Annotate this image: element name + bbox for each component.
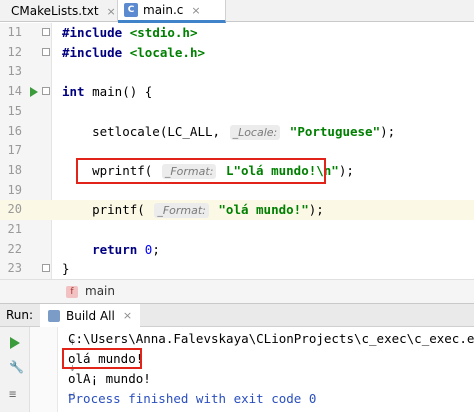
code-text: int main() { [62, 84, 153, 100]
run-console: 🔧 ≡ ↑ ↓ ↵ C:\Users\Anna.Falevskaya\CLion… [0, 327, 474, 412]
code-line[interactable]: 12 #include <locale.h> [0, 43, 474, 63]
line-number: 13 [7, 64, 22, 79]
line-number: 20 [7, 202, 22, 217]
highlight-box [76, 157, 326, 184]
line-number: 12 [7, 44, 22, 59]
editor-tab-bar: CMakeLists.txt × C main.c × [0, 0, 474, 23]
code-text: return 0; [62, 241, 160, 257]
console-output-line: C:\Users\Anna.Falevskaya\CLionProjects\c… [68, 331, 474, 346]
function-icon: f [66, 286, 78, 298]
code-editor[interactable]: 11 #include <stdio.h> 12 #include <local… [0, 23, 474, 279]
line-number: 15 [7, 103, 22, 118]
code-line[interactable]: 11 #include <stdio.h> [0, 23, 474, 43]
run-tab-label: Build All [66, 308, 115, 323]
run-label: Run: [6, 308, 34, 322]
line-number: 23 [7, 261, 22, 276]
breadcrumb: f main [0, 279, 474, 303]
code-text: } [62, 261, 70, 277]
fold-icon[interactable] [42, 264, 50, 273]
line-number: 17 [7, 143, 22, 158]
tab-label: CMakeLists.txt [11, 4, 99, 18]
code-line[interactable]: 21 [0, 220, 474, 240]
run-gutter-icon[interactable] [30, 86, 38, 97]
code-line[interactable]: 16 setlocale(LC_ALL, _Locale: "Portugues… [0, 122, 474, 142]
tab-build-all[interactable]: Build All × [40, 304, 141, 327]
console-exit-line: Process finished with exit code 0 [68, 391, 317, 406]
line-number: 22 [7, 241, 22, 256]
code-line[interactable]: 22 return 0; [0, 240, 474, 260]
close-icon[interactable]: × [107, 5, 116, 18]
rerun-icon[interactable] [10, 337, 20, 349]
c-file-icon: C [124, 3, 138, 17]
output-highlight-box [62, 348, 142, 369]
line-number: 21 [7, 222, 22, 236]
fold-icon[interactable] [42, 47, 50, 56]
console-output-line: olA¡ mundo! [68, 371, 151, 386]
code-line-current[interactable]: 20 printf( _Format: "olá mundo!"); [0, 200, 474, 220]
breadcrumb-item[interactable]: main [85, 284, 115, 298]
code-text: #include <locale.h> [62, 44, 206, 60]
parameter-hint: _Format: [154, 203, 209, 219]
line-number: 16 [7, 123, 22, 138]
pin-icon[interactable]: ≡ [9, 387, 16, 401]
tab-label: main.c [143, 3, 184, 17]
code-text: printf( _Format: "olá mundo!"); [62, 202, 324, 219]
line-number: 14 [7, 84, 22, 99]
tab-cmakelists[interactable]: CMakeLists.txt × [0, 0, 118, 22]
line-number: 11 [7, 25, 22, 39]
close-icon[interactable]: × [191, 4, 200, 17]
parameter-hint: _Locale: [229, 124, 281, 140]
code-line[interactable]: 15 [0, 102, 474, 122]
code-line[interactable]: 14 int main() { [0, 82, 474, 102]
build-config-icon [48, 309, 60, 322]
wrench-icon[interactable]: 🔧 [9, 361, 24, 373]
fold-icon[interactable] [42, 27, 50, 36]
line-number: 19 [7, 182, 22, 197]
console-toolbar: ↑ ↓ ↵ [30, 327, 76, 412]
code-text: #include <stdio.h> [62, 25, 198, 40]
line-number: 18 [7, 162, 22, 177]
run-toolbar: 🔧 ≡ [0, 327, 30, 412]
fold-icon[interactable] [42, 86, 50, 95]
code-text: setlocale(LC_ALL, _Locale: "Portuguese")… [62, 123, 396, 140]
code-line[interactable]: 13 [0, 62, 474, 82]
close-icon[interactable]: × [123, 309, 132, 322]
tab-main-c[interactable]: C main.c × [118, 0, 226, 23]
run-tool-window-header: Run: Build All × [0, 303, 474, 327]
code-line[interactable]: 23} [0, 259, 474, 279]
